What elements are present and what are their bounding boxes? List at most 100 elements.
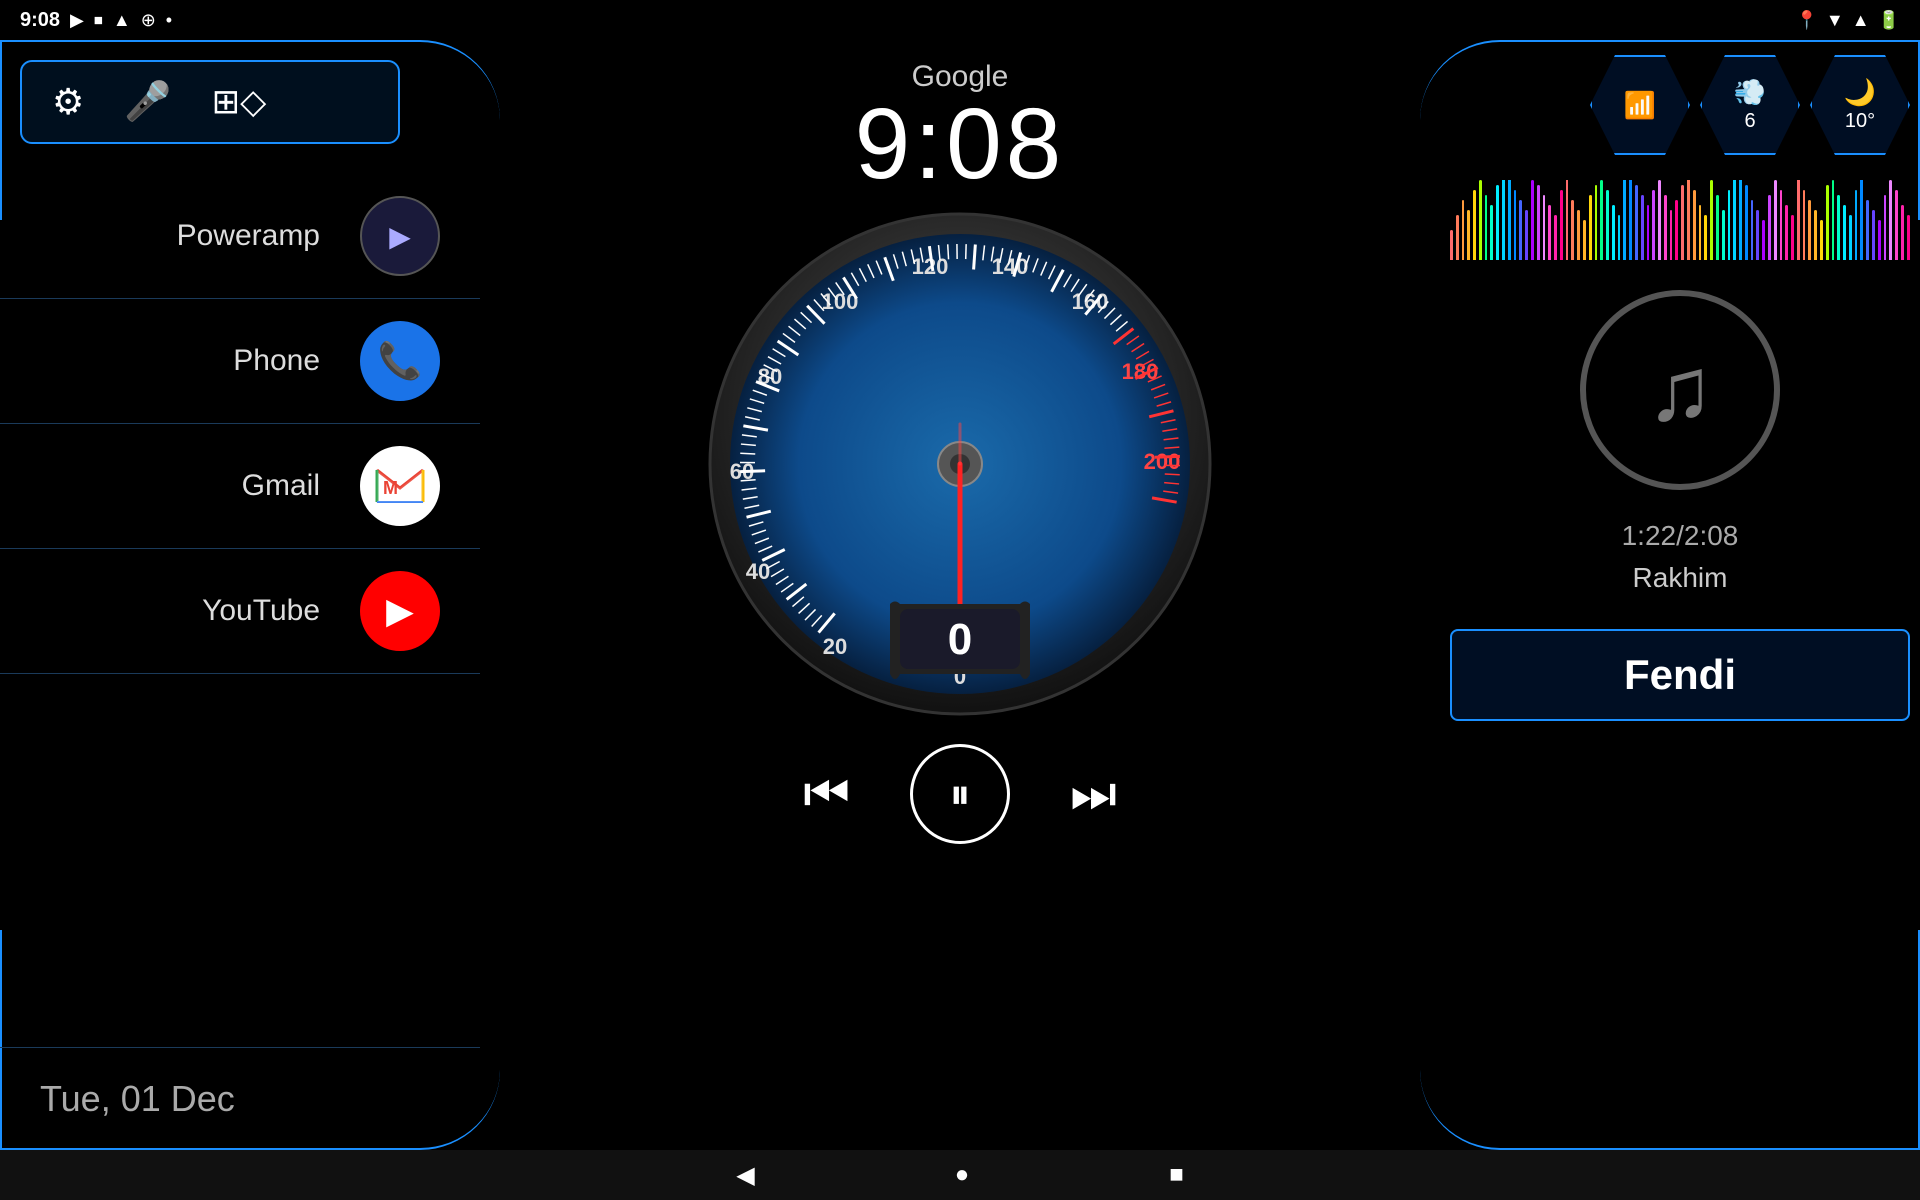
track-title: Fendi: [1624, 651, 1736, 698]
viz-bar-67: [1837, 195, 1840, 260]
viz-bar-59: [1791, 215, 1794, 260]
top-right-icons: 📶 💨 6 🌙 10°: [1440, 40, 1920, 170]
viz-bar-7: [1490, 205, 1493, 260]
left-panel: ⚙ 🎤 ⊞◇ Poweramp ▶ Phone 📞 Gmail: [0, 40, 480, 1150]
pause-button[interactable]: ⏸: [910, 744, 1010, 844]
wind-hex-icon[interactable]: 💨 6: [1700, 55, 1800, 155]
viz-bar-66: [1832, 180, 1835, 260]
viz-bar-42: [1693, 190, 1696, 260]
viz-bar-38: [1670, 210, 1673, 260]
viz-bar-39: [1675, 200, 1678, 260]
viz-bar-58: [1785, 205, 1788, 260]
viz-bar-76: [1889, 180, 1892, 260]
app-item-gmail[interactable]: Gmail M: [0, 424, 480, 549]
viz-bar-44: [1704, 215, 1707, 260]
youtube-icon: ▶: [360, 571, 440, 651]
viz-bar-73: [1872, 210, 1875, 260]
viz-bar-43: [1699, 205, 1702, 260]
svg-text:M: M: [383, 478, 398, 498]
p-icon: ⊕: [141, 10, 156, 31]
microphone-icon[interactable]: 🎤: [124, 80, 171, 124]
status-time: 9:08: [20, 9, 60, 32]
pause-icon: ⏸: [949, 770, 970, 819]
moon-icon: 🌙: [1844, 77, 1876, 108]
viz-bar-54: [1762, 220, 1765, 260]
back-button[interactable]: ◀: [736, 1161, 754, 1190]
viz-bar-64: [1820, 220, 1823, 260]
signal-icon: ▲: [1852, 10, 1870, 31]
wifi-hex-icon[interactable]: 📶: [1590, 55, 1690, 155]
speedometer: 0 20 40 60 80 100 120 140 160 180 200 0: [700, 204, 1220, 724]
track-time: 1:22/2:08: [1450, 520, 1910, 552]
viz-bar-19: [1560, 190, 1563, 260]
viz-bar-2: [1462, 200, 1465, 260]
wifi-status-icon: ▼: [1826, 10, 1844, 31]
prev-button[interactable]: ⏮: [803, 764, 850, 825]
track-title-bar: Fendi: [1450, 629, 1910, 721]
viz-bar-11: [1514, 190, 1517, 260]
viz-bar-24: [1589, 195, 1592, 260]
wind-value: 6: [1744, 110, 1755, 133]
next-button[interactable]: ⏭: [1070, 764, 1117, 825]
viz-bar-46: [1716, 195, 1719, 260]
viz-bar-13: [1525, 210, 1528, 260]
viz-bar-29: [1618, 215, 1621, 260]
viz-bar-16: [1543, 195, 1546, 260]
dot-icon: •: [166, 10, 172, 31]
viz-bar-36: [1658, 180, 1661, 260]
app-item-poweramp[interactable]: Poweramp ▶: [0, 174, 480, 299]
svg-text:0: 0: [948, 615, 972, 664]
viz-bar-52: [1751, 200, 1754, 260]
app-item-phone[interactable]: Phone 📞: [0, 299, 480, 424]
viz-bar-71: [1860, 180, 1863, 260]
settings-icon[interactable]: ⚙: [52, 81, 84, 123]
track-artist: Rakhim: [1450, 562, 1910, 594]
viz-bar-1: [1456, 215, 1459, 260]
viz-bar-18: [1554, 215, 1557, 260]
gmail-icon: M: [360, 446, 440, 526]
gmail-label: Gmail: [242, 469, 320, 503]
viz-bar-21: [1571, 200, 1574, 260]
app-item-youtube[interactable]: YouTube ▶: [0, 549, 480, 674]
viz-bar-48: [1728, 190, 1731, 260]
svg-text:20: 20: [823, 634, 847, 659]
date-display: Tue, 01 Dec: [0, 1047, 480, 1150]
music-visualizer: [1450, 180, 1910, 260]
viz-bar-26: [1600, 180, 1603, 260]
viz-bar-53: [1756, 210, 1759, 260]
youtube-label: YouTube: [202, 594, 320, 628]
stop-status-icon: ⏹: [94, 10, 103, 31]
viz-bar-63: [1814, 210, 1817, 260]
viz-bar-15: [1537, 185, 1540, 260]
recent-button[interactable]: ■: [1169, 1161, 1184, 1189]
status-left-icons: 9:08 ▶ ⏹ ▲ ⊕ •: [20, 9, 172, 32]
app-list: Poweramp ▶ Phone 📞 Gmail: [0, 174, 480, 1047]
top-controls-bar: ⚙ 🎤 ⊞◇: [20, 60, 400, 144]
viz-bar-47: [1722, 210, 1725, 260]
viz-bar-68: [1843, 205, 1846, 260]
viz-bar-65: [1826, 185, 1829, 260]
viz-bar-62: [1808, 200, 1811, 260]
viz-bar-0: [1450, 230, 1453, 260]
weather-hex-icon[interactable]: 🌙 10°: [1810, 55, 1910, 155]
grid-icon[interactable]: ⊞◇: [212, 82, 267, 122]
viz-bar-27: [1606, 190, 1609, 260]
viz-bar-12: [1519, 200, 1522, 260]
viz-bar-32: [1635, 185, 1638, 260]
wifi-icon: 📶: [1624, 90, 1656, 121]
music-note-icon: ♫: [1646, 339, 1714, 442]
time-display: 9:08: [855, 94, 1066, 194]
nav-bar: ◀ ● ■: [0, 1150, 1920, 1200]
viz-bar-25: [1595, 185, 1598, 260]
playback-controls: ⏮ ⏸ ⏭: [803, 744, 1117, 844]
viz-bar-69: [1849, 215, 1852, 260]
viz-bar-49: [1733, 180, 1736, 260]
viz-bar-35: [1652, 190, 1655, 260]
home-button[interactable]: ●: [955, 1161, 970, 1189]
viz-bar-51: [1745, 185, 1748, 260]
viz-bar-10: [1508, 180, 1511, 260]
phone-label: Phone: [233, 344, 320, 378]
viz-bar-20: [1566, 180, 1569, 260]
viz-bar-23: [1583, 220, 1586, 260]
viz-bar-9: [1502, 180, 1505, 260]
